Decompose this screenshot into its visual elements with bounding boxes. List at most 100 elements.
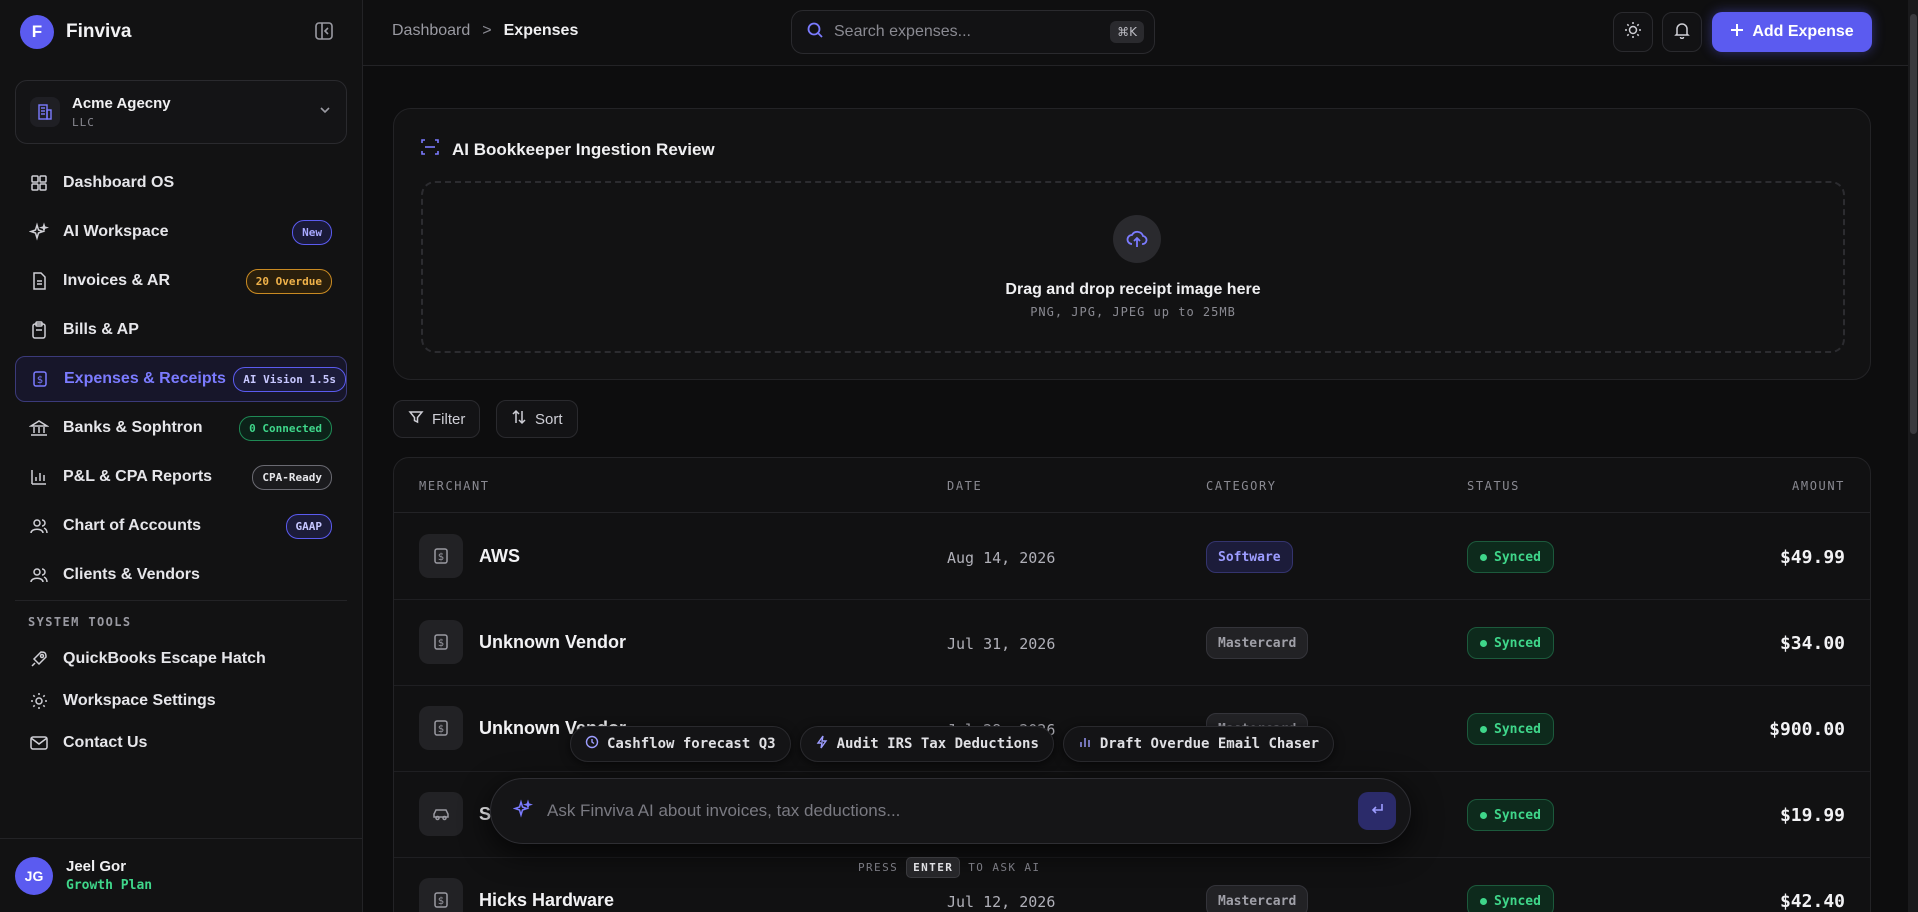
breadcrumb-parent[interactable]: Dashboard — [392, 22, 470, 40]
notifications-button[interactable] — [1662, 12, 1702, 52]
add-expense-button[interactable]: Add Expense — [1712, 12, 1872, 52]
sidebar-item-invoices[interactable]: Invoices & AR 20 Overdue — [15, 258, 347, 304]
search-box[interactable]: ⌘K — [791, 10, 1155, 54]
sidebar-item-label: Workspace Settings — [63, 692, 216, 709]
sidebar-item-bills[interactable]: Bills & AP — [15, 307, 347, 353]
mail-icon — [28, 732, 50, 754]
svg-text:$: $ — [438, 552, 444, 563]
document-icon — [28, 270, 50, 292]
org-switcher[interactable]: Acme Agecny LLC — [15, 80, 347, 144]
table-row[interactable]: $ Unknown Vendor Jul 31, 2026 Mastercard… — [394, 600, 1870, 686]
column-header-category[interactable]: CATEGORY — [1206, 479, 1277, 493]
ai-suggestion-chips: Cashflow forecast Q3 Audit IRS Tax Deduc… — [570, 726, 1335, 762]
sidebar-item-ai-workspace[interactable]: AI Workspace New — [15, 209, 347, 255]
expense-amount: $42.40 — [1779, 891, 1845, 912]
sidebar-item-banks[interactable]: Banks & Sophtron 0 Connected — [15, 405, 347, 451]
expense-date: Jul 12, 2026 — [947, 893, 1056, 911]
ai-vision-badge: AI Vision 1.5s — [233, 366, 346, 392]
sidebar-item-label: Expenses & Receipts — [64, 370, 226, 387]
sidebar-item-label: Chart of Accounts — [63, 517, 202, 534]
status-badge: Synced — [1467, 799, 1554, 831]
breadcrumb: Dashboard > Expenses — [392, 22, 578, 40]
sidebar-item-label: P&L & CPA Reports — [63, 468, 213, 485]
status-badge: Synced — [1467, 541, 1554, 573]
table-row[interactable]: $ AWS Aug 14, 2026 Software Synced $49.9… — [394, 514, 1870, 600]
sidebar-item-settings[interactable]: Workspace Settings — [15, 680, 347, 722]
filter-icon — [408, 409, 424, 429]
chip-label: Cashflow forecast Q3 — [607, 736, 776, 752]
app-root: F Finviva Acme Agecny LLC Dashboard OS A… — [0, 0, 1918, 912]
suggestion-chip-audit[interactable]: Audit IRS Tax Deductions — [799, 726, 1054, 762]
category-badge[interactable]: Mastercard — [1206, 627, 1309, 659]
svg-text:$: $ — [438, 724, 444, 735]
expense-date: Jul 31, 2026 — [947, 635, 1056, 653]
theme-toggle-button[interactable] — [1613, 12, 1653, 52]
card-title: AI Bookkeeper Ingestion Review — [420, 137, 715, 162]
sidebar-item-reports[interactable]: P&L & CPA Reports CPA-Ready — [15, 454, 347, 500]
column-header-date[interactable]: DATE — [947, 479, 982, 493]
chevron-down-icon — [318, 103, 332, 122]
dropzone-subtitle: PNG, JPG, JPEG up to 25MB — [1030, 305, 1236, 319]
upload-cloud-icon — [1113, 215, 1161, 263]
sidebar: F Finviva Acme Agecny LLC Dashboard OS A… — [0, 0, 363, 912]
status-badge: Synced — [1467, 885, 1554, 912]
gaap-badge: GAAP — [285, 513, 332, 539]
sidebar-item-label: Banks & Sophtron — [63, 419, 203, 436]
status-text: Synced — [1494, 549, 1541, 565]
sidebar-item-dashboard[interactable]: Dashboard OS — [15, 160, 347, 206]
filter-button[interactable]: Filter — [393, 400, 481, 438]
expense-amount: $34.00 — [1779, 633, 1845, 654]
merchant-name: Hicks Hardware — [479, 890, 615, 910]
sparkles-icon — [28, 221, 50, 243]
plus-icon — [1730, 23, 1744, 42]
suggestion-chip-email[interactable]: Draft Overdue Email Chaser — [1062, 726, 1335, 762]
sidebar-item-label: QuickBooks Escape Hatch — [63, 650, 266, 667]
sidebar-item-quickbooks[interactable]: QuickBooks Escape Hatch — [15, 638, 347, 680]
ai-prompt-input[interactable] — [547, 801, 1358, 821]
receipt-icon: $ — [419, 620, 463, 664]
brand[interactable]: F Finviva — [20, 14, 131, 50]
chip-label: Draft Overdue Email Chaser — [1099, 736, 1320, 752]
category-badge[interactable]: Mastercard — [1206, 885, 1309, 912]
search-shortcut: ⌘K — [1110, 21, 1144, 43]
user-plan: Growth Plan — [66, 878, 153, 893]
table-row[interactable]: $ Hicks Hardware Jul 12, 2026 Mastercard… — [394, 858, 1870, 912]
connected-badge: 0 Connected — [239, 415, 332, 441]
sort-button[interactable]: Sort — [496, 400, 578, 438]
sidebar-item-label: Clients & Vendors — [63, 566, 200, 583]
new-badge: New — [292, 219, 332, 245]
sort-label: Sort — [535, 410, 563, 428]
sidebar-item-clients[interactable]: Clients & Vendors — [15, 552, 347, 598]
search-icon — [806, 21, 824, 44]
sort-icon — [511, 409, 527, 429]
receipt-dropzone[interactable]: Drag and drop receipt image here PNG, JP… — [421, 181, 1845, 353]
expense-amount: $49.99 — [1779, 547, 1845, 568]
sidebar-item-contact[interactable]: Contact Us — [15, 722, 347, 764]
sidebar-item-label: AI Workspace — [63, 223, 169, 240]
column-header-amount[interactable]: AMOUNT — [1792, 479, 1845, 493]
expense-amount: $900.00 — [1769, 719, 1845, 740]
user-profile[interactable]: JG Jeel Gor Growth Plan — [0, 838, 363, 912]
receipt-icon: $ — [419, 878, 463, 912]
sidebar-item-label: Bills & AP — [63, 321, 139, 338]
scrollbar-thumb[interactable] — [1910, 14, 1917, 434]
org-name: Acme Agecny — [72, 95, 171, 112]
sidebar-item-chart-of-accounts[interactable]: Chart of Accounts GAAP — [15, 503, 347, 549]
column-header-status[interactable]: STATUS — [1467, 479, 1520, 493]
hint-pre: PRESS — [858, 861, 899, 874]
lightning-icon — [815, 735, 829, 753]
status-badge: Synced — [1467, 627, 1554, 659]
category-badge[interactable]: Software — [1206, 541, 1293, 573]
search-input[interactable] — [834, 23, 1111, 41]
sidebar-collapse-icon[interactable] — [313, 20, 335, 42]
sidebar-item-expenses[interactable]: $ Expenses & Receipts AI Vision 1.5s — [15, 356, 347, 402]
building-icon — [30, 97, 60, 127]
enter-key: ENTER — [906, 857, 961, 878]
sun-icon — [1624, 21, 1642, 44]
column-header-merchant[interactable]: MERCHANT — [419, 479, 490, 493]
scan-icon — [420, 137, 440, 162]
grid-icon — [28, 172, 50, 194]
page-scrollbar[interactable] — [1908, 0, 1918, 912]
suggestion-chip-cashflow[interactable]: Cashflow forecast Q3 — [570, 726, 791, 762]
send-button[interactable] — [1358, 792, 1396, 830]
